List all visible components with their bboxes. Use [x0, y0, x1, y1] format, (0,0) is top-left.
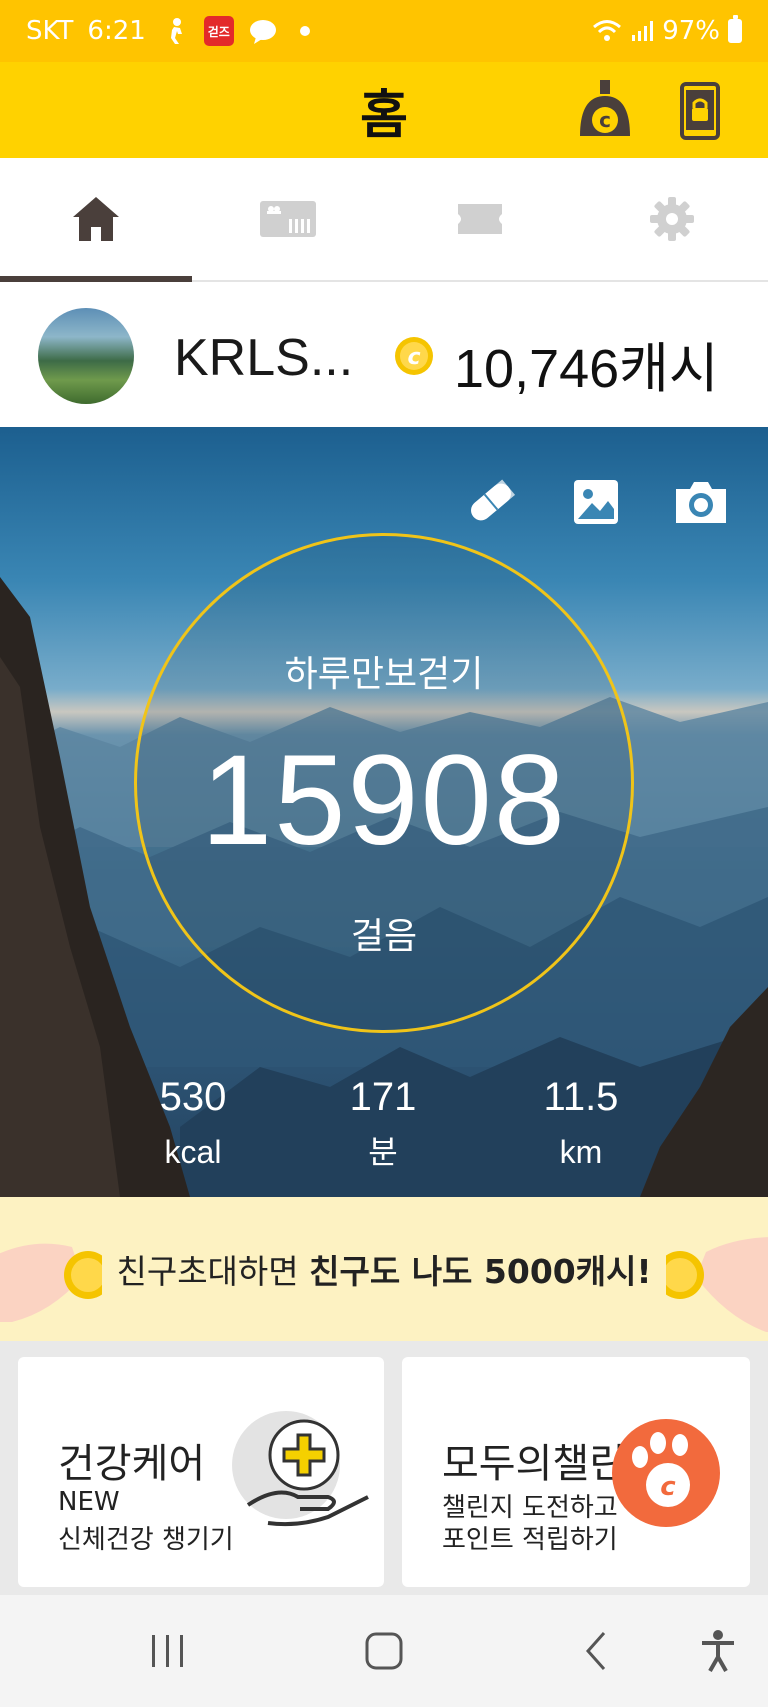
image-icon[interactable] [568, 477, 626, 527]
banner-text-normal: 친구초대하면 [116, 1252, 310, 1291]
home-square-icon [365, 1632, 403, 1670]
card-subtitle: 신체건강 챙기기 [58, 1525, 234, 1555]
camera-icon[interactable] [672, 477, 730, 527]
cash-character-icon[interactable]: c [574, 78, 636, 140]
feature-cards: 건강케어 NEW 신체건강 챙기기 모두의챌린지 챌린지 도전하고 포인트 적립… [0, 1341, 768, 1595]
tab-home[interactable] [0, 158, 192, 282]
accessibility-icon [702, 1630, 734, 1672]
health-care-card[interactable]: 건강케어 NEW 신체건강 챙기기 [18, 1357, 384, 1587]
stat-label: 분 [368, 1134, 398, 1170]
username[interactable]: KRLS... [174, 328, 353, 388]
page-title: 홈 [360, 85, 408, 146]
stat-label: kcal [164, 1134, 222, 1170]
step-unit: 걸음 [350, 916, 418, 957]
recent-apps-button[interactable] [138, 1623, 198, 1679]
gift-card-icon [260, 201, 316, 237]
stat-minutes: 171 분 [298, 1067, 468, 1177]
step-counter-hero: 하루만보걷기 15908 걸음 530 kcal 171 분 11.5 km [0, 427, 768, 1197]
cash-balance[interactable]: 10,746캐시 [454, 324, 719, 403]
tab-store[interactable] [192, 158, 384, 280]
svg-text:c: c [599, 108, 611, 132]
tab-coupon[interactable] [384, 158, 576, 280]
health-hand-cross-icon [232, 1411, 369, 1527]
paw-coin-icon: c [612, 1419, 720, 1527]
system-nav-bar [0, 1595, 768, 1707]
clock: 6:21 [87, 16, 146, 46]
stat-calories: 530 kcal [108, 1067, 278, 1177]
ticket-icon [458, 204, 502, 234]
stat-distance: 11.5 km [496, 1067, 666, 1177]
phone-lock-icon[interactable] [680, 82, 720, 140]
stat-label: km [559, 1134, 603, 1170]
card-subtitle: 포인트 적립하기 [442, 1525, 618, 1555]
recent-apps-icon [152, 1635, 183, 1667]
accessibility-button[interactable] [688, 1623, 748, 1679]
svg-text:c: c [407, 345, 420, 370]
home-button[interactable] [354, 1623, 414, 1679]
pill-icon[interactable] [462, 477, 520, 527]
gear-icon [650, 197, 694, 241]
chat-bubble-icon [249, 20, 276, 44]
coin-icon: c [395, 337, 433, 375]
invite-friends-banner[interactable]: 친구초대하면 친구도 나도 5000캐시! [0, 1197, 768, 1341]
signal-icon [632, 21, 654, 41]
challenge-card[interactable]: 모두의챌린지 챌린지 도전하고 포인트 적립하기 c [402, 1357, 750, 1587]
battery-percent: 97% [662, 16, 720, 46]
home-icon [73, 197, 119, 241]
wifi-icon [593, 20, 622, 41]
walking-person-icon [170, 18, 182, 44]
step-counter-title: 하루만보걷기 [284, 654, 484, 695]
status-bar: SKT 6:21 걷즈 97% [0, 0, 768, 62]
stat-value: 11.5 [543, 1075, 619, 1119]
app-badge-icon: 걷즈 [203, 16, 234, 46]
tab-bar [0, 158, 768, 282]
status-right: 97% [592, 15, 742, 46]
card-title: 건강케어 [58, 1441, 206, 1487]
status-left: SKT 6:21 걷즈 [26, 16, 310, 46]
svg-text:c: c [660, 1472, 676, 1502]
banner-text: 친구초대하면 친구도 나도 5000캐시! [0, 1245, 768, 1293]
step-count: 15908 [201, 729, 567, 872]
battery-icon [728, 15, 742, 43]
back-button[interactable] [568, 1623, 628, 1679]
card-subtitle-new: NEW [58, 1487, 120, 1517]
app-header: 홈 c [0, 62, 768, 158]
stat-value: 171 [349, 1075, 417, 1119]
carrier-label: SKT [26, 16, 74, 46]
more-notifications-dot [299, 26, 310, 36]
profile-row: KRLS... c 10,746캐시 [0, 284, 768, 427]
tab-settings[interactable] [576, 158, 768, 280]
back-chevron-icon [585, 1632, 606, 1670]
banner-text-bold: 친구도 나도 5000캐시! [309, 1252, 652, 1291]
avatar[interactable] [38, 308, 134, 404]
stat-value: 530 [159, 1075, 227, 1119]
